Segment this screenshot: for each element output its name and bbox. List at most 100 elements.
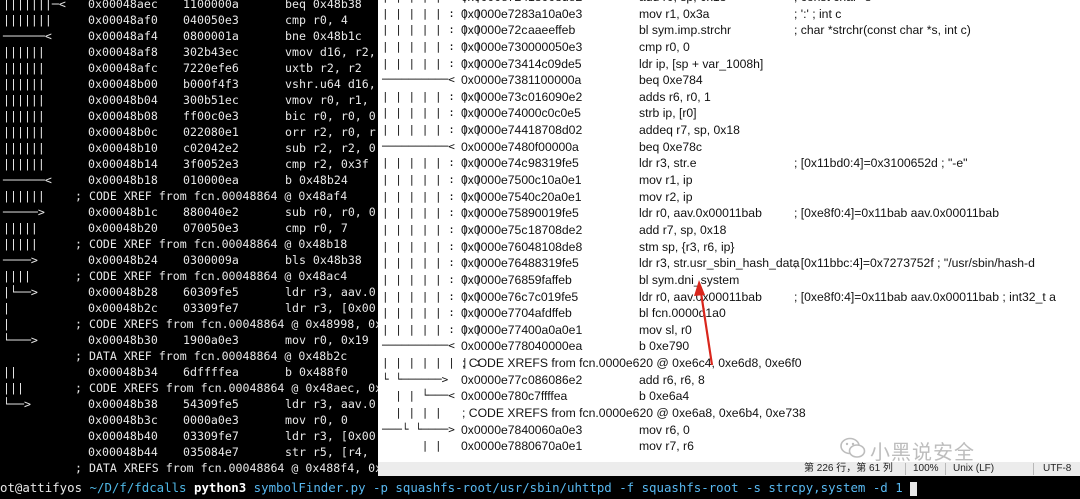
file-encoding[interactable]: UTF-8 [1043,462,1071,476]
instruction-address: 0x00048b40 [88,429,158,443]
instruction-bytes: 0060a0e3 [528,422,583,437]
instruction-address: 0x0000e754 [461,189,529,204]
flow-graph-glyphs: |||||| [3,109,45,123]
instruction-address: 0x0000e72c [461,23,528,38]
instruction-text: cmp r0, 4 [285,13,348,27]
status-separator [1033,463,1034,475]
instruction-bytes: 88319fe5 [528,256,579,271]
instruction-address: 0x0000e750 [461,173,529,188]
flow-graph-glyphs: | | [382,439,442,453]
flow-graph-glyphs: |||||| [3,189,45,203]
instruction-address: 0x00048b0c [88,125,158,139]
flow-graph-glyphs: |||||| [3,93,45,107]
instruction-bytes: 18708d02 [528,123,583,138]
instruction-text: vmov r0, r1, [285,93,369,107]
instruction-bytes: 016090e2 [528,89,583,104]
flow-graph-glyphs: ──────< [3,173,52,187]
instruction-address: 0x0000e768 [461,272,529,287]
flow-graph-glyphs: ──────< [3,29,52,43]
instruction-bytes: 300b51ec [183,93,239,107]
instruction-bytes: 0c20a0e1 [528,189,582,204]
instruction-address: 0x0000e778 [461,339,529,354]
instruction-text: mov r0, 0 [285,413,348,427]
instruction-comment: ; [0x11bd0:4]=0x3100652d ; "-e" [794,156,968,171]
instruction-address: 0x00048af4 [88,29,158,43]
instruction-bytes: 0c10a0e1 [528,173,582,188]
flow-graph-glyphs: |||||| [3,157,45,171]
instruction-text: beq 0xe78c [639,139,703,154]
wechat-logo-icon [840,437,866,458]
instruction-bytes: 7c019fe5 [528,289,579,304]
instruction-text: sub r0, r0, 0 [285,205,376,219]
instruction-address: 0x0000e730 [461,39,529,54]
instruction-bytes: 0800001a [183,29,239,43]
instruction-text: orr r2, r0, r [285,125,376,139]
instruction-text: bne 0x48b1c [285,29,362,43]
prompt-user: ot@attifyos [0,480,83,495]
instruction-bytes: 022080e1 [183,125,239,139]
instruction-address: 0x00048b38 [88,397,158,411]
flow-graph-glyphs: ──────────< [382,339,455,353]
instruction-bytes: 1100000a [183,0,239,11]
instruction-address: 0x00048b28 [88,285,158,299]
instruction-bytes: 98319fe5 [528,156,579,171]
instruction-address: 0x00048b24 [88,253,158,267]
instruction-bytes: 086086e2 [528,372,583,387]
instruction-address: 0x0000e784 [461,422,529,437]
instruction-address: 0x0000e788 [461,439,529,454]
instruction-address: 0x00048b04 [88,93,158,107]
text-editor-pane[interactable]: | | | | | : | |0x0000e72418008de2add r0,… [378,0,1080,462]
instruction-address: 0x0000e760 [461,239,529,254]
instruction-address: 0x0000e75c [461,222,528,237]
instruction-text: str r5, [r4, [285,445,369,459]
instruction-bytes: 1100000a [528,73,582,88]
instruction-bytes: c7ffffea [528,389,568,404]
instruction-text: b 0x488f0 [285,365,348,379]
instruction-bytes: 00c0c0e5 [528,106,581,121]
instruction-text: bl fcn.0000d1a0 [639,306,726,321]
flow-graph-glyphs: └───> [3,333,38,347]
instruction-text: beq 0x48b38 [285,0,362,11]
xref-comment: ; CODE XREFS from fcn.0000e620 @ 0xe6c4,… [462,356,802,371]
xref-comment: ; CODE XREF from fcn.00048864 @ 0x48af4 [75,189,348,203]
instruction-text: ldr r3, aav.0 [285,397,376,411]
flow-graph-glyphs: ||| [3,381,24,395]
instruction-text: adds r6, r0, 1 [639,89,711,104]
instruction-text: ldr r3, [0x00 [285,429,376,443]
instruction-text: add r7, sp, 0x18 [639,222,727,237]
xref-comment: ; CODE XREF from fcn.00048864 @ 0x48b18 [75,237,348,251]
instruction-bytes: 035084e7 [183,445,239,459]
instruction-bytes: b000f4f3 [183,77,239,91]
flow-graph-glyphs: ─────> [3,205,45,219]
flow-graph-glyphs: | [3,317,10,331]
instruction-bytes: 90019fe5 [528,206,579,221]
instruction-bytes: 48108de8 [528,239,583,254]
instruction-address: 0x00048b44 [88,445,158,459]
instruction-text: ldr r3, str.usr_sbin_hash_data [639,256,800,271]
instruction-bytes: 880040e2 [183,205,239,219]
instruction-address: 0x0000e734 [461,56,529,71]
instruction-text: cmp r0, 0 [639,39,690,54]
instruction-bytes: ff00c0e3 [183,109,239,123]
instruction-address: 0x0000e780 [461,389,529,404]
instruction-bytes: 4afdffeb [528,306,572,321]
instruction-text: bl sym.dni_system [639,272,740,287]
flow-graph-glyphs: ||||| [3,237,38,251]
instruction-text: stm sp, {r3, r6, ip} [639,239,735,254]
instruction-text: mov r2, ip [639,189,693,204]
instruction-address: 0x0000e728 [461,6,529,21]
flow-graph-glyphs: |||||| [3,77,45,91]
prompt-path: ~/D/f/fdcalls [89,480,187,495]
terminal-command-line[interactable]: ot@attifyos ~/D/f/fdcalls python3 symbol… [0,476,1080,499]
instruction-address: 0x00048aec [88,0,158,11]
instruction-bytes: 6dffffea [183,365,239,379]
instruction-bytes: c02042e2 [183,141,239,155]
instruction-bytes: 3a10a0e3 [528,6,583,21]
instruction-text: beq 0xe784 [639,73,703,88]
flow-graph-glyphs: ||||| [3,221,38,235]
instruction-address: 0x00048af0 [88,13,158,27]
instruction-address: 0x00048b18 [88,173,158,187]
instruction-text: b 0xe790 [639,339,690,354]
instruction-address: 0x0000e758 [461,206,529,221]
command-args: symbolFinder.py -p squashfs-root/usr/sbi… [253,480,903,495]
